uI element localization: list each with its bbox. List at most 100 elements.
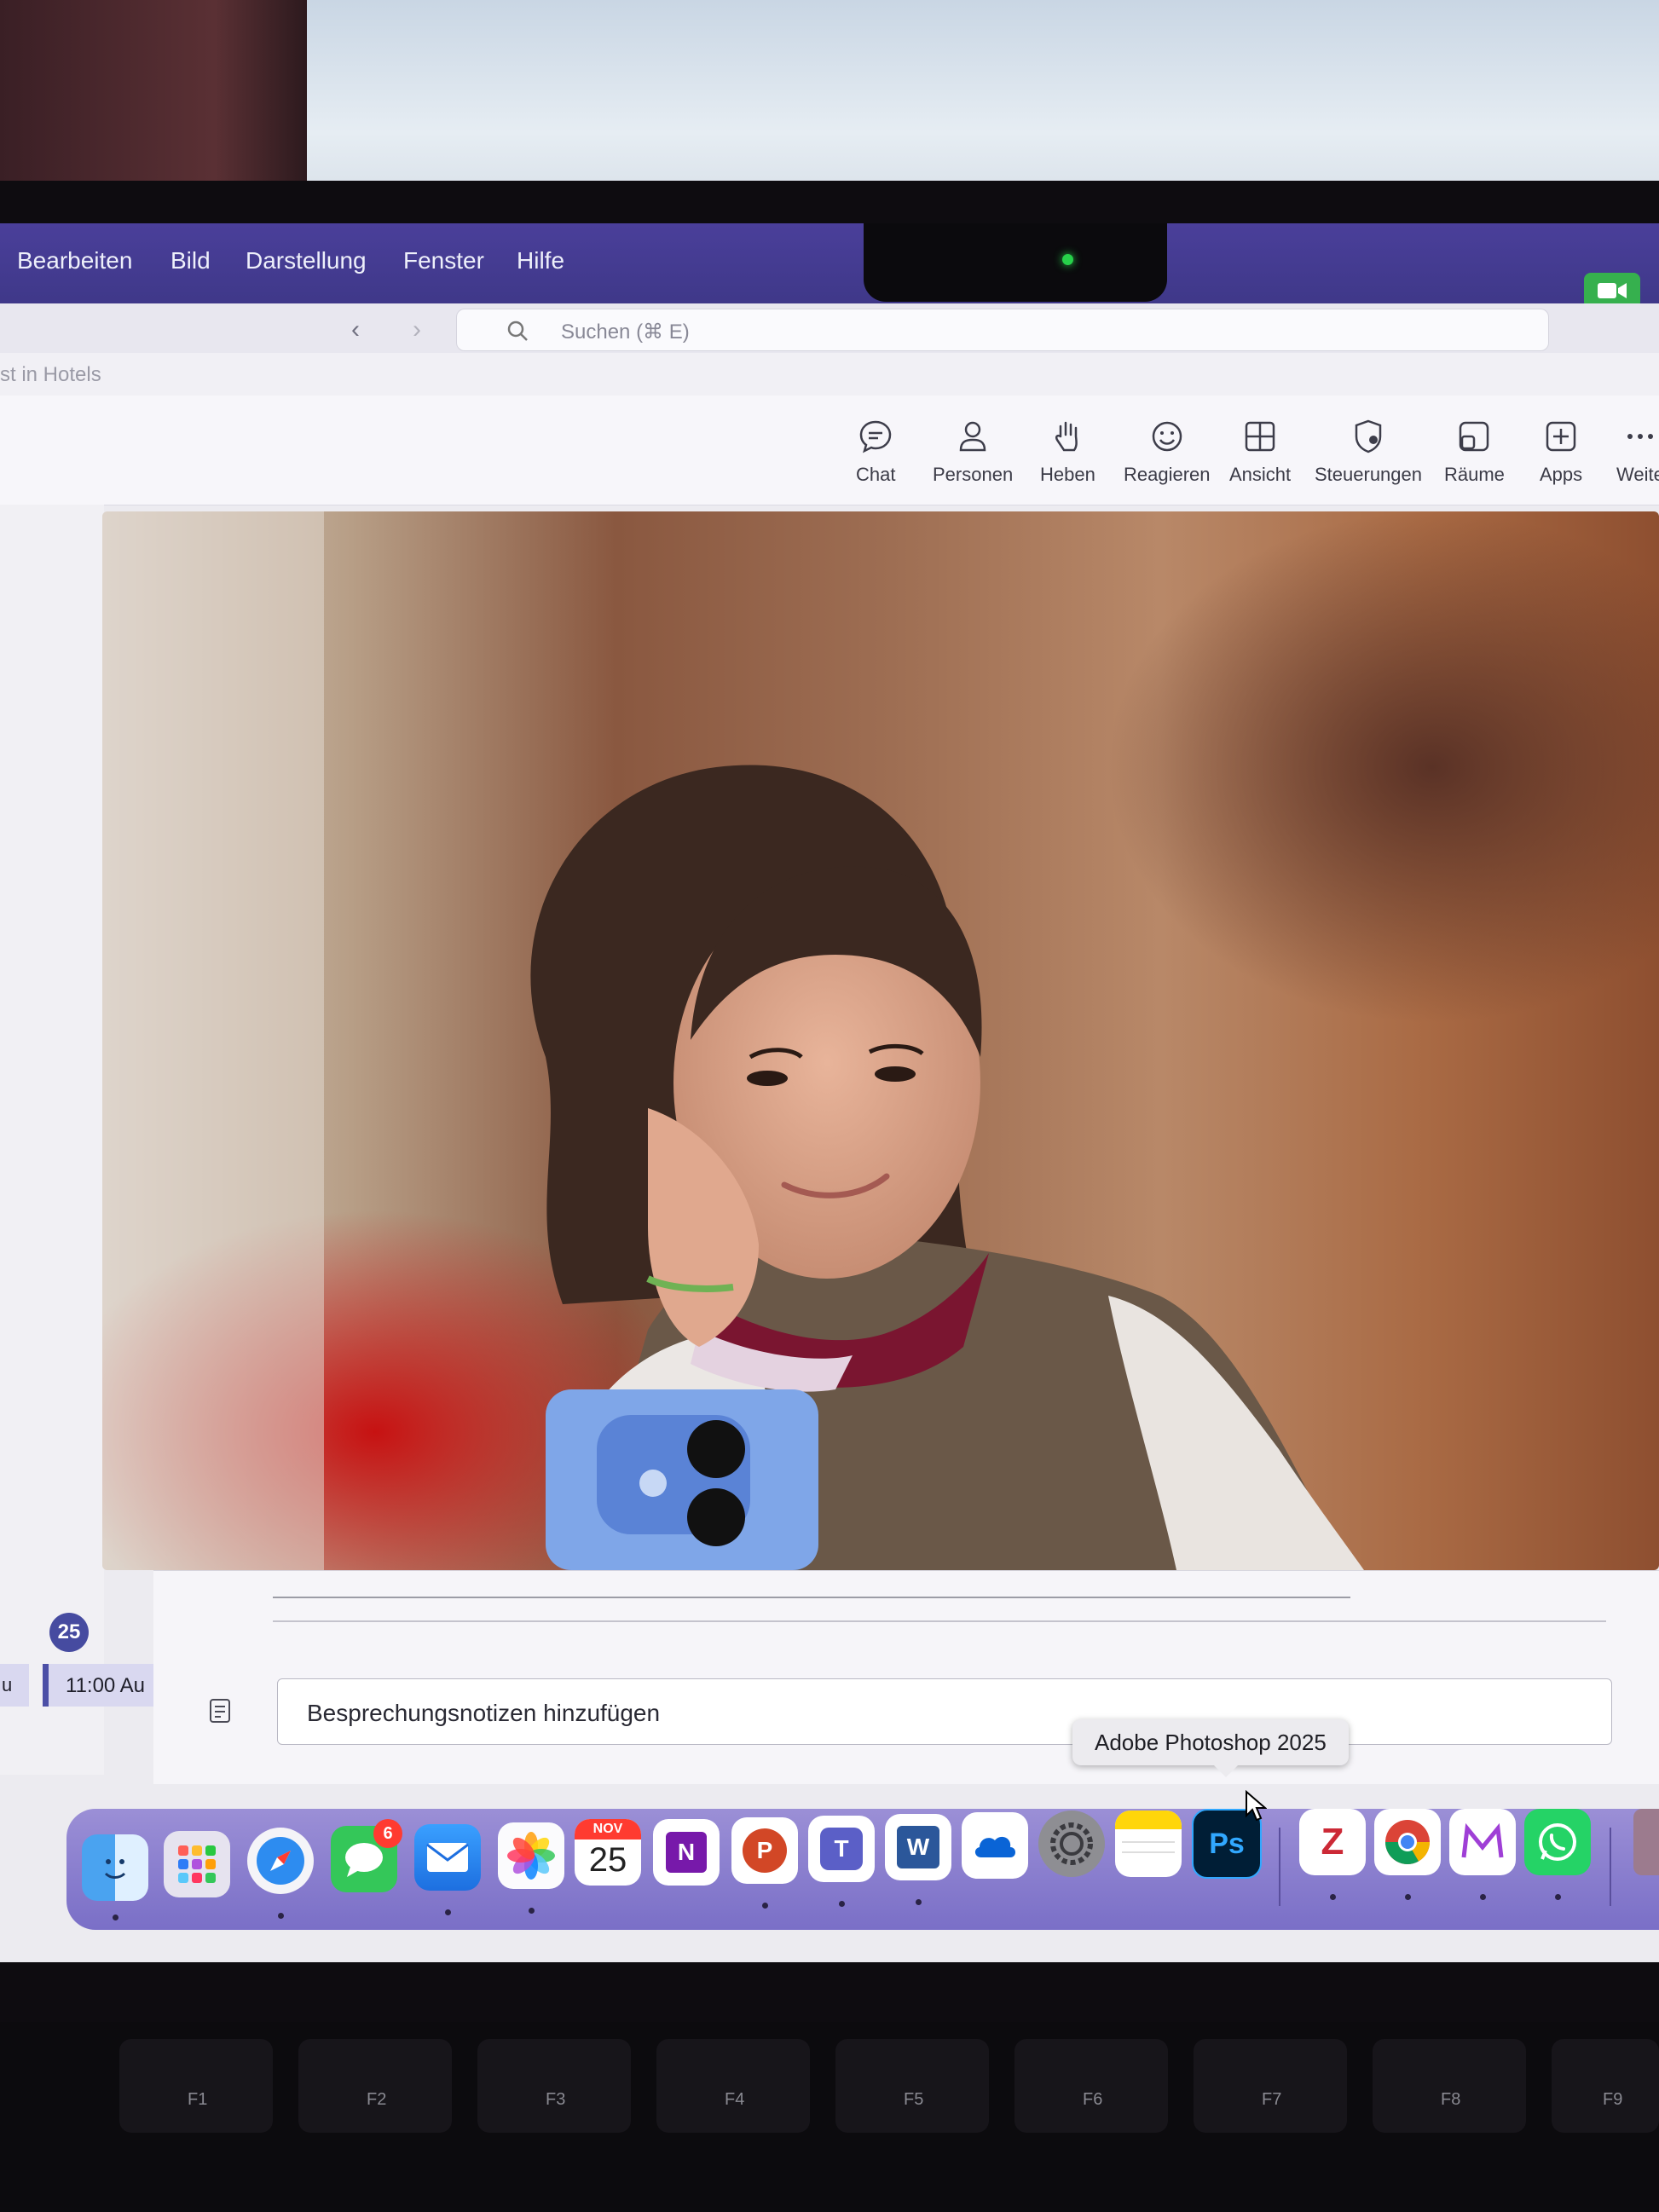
calendar-event-time: 11:00 Au [66,1674,145,1697]
key-f7[interactable]: F7 [1194,2039,1347,2133]
toolbar-heben[interactable]: Heben [1040,418,1095,486]
meeting-notes-input[interactable]: Besprechungsnotizen hinzufügen [277,1678,1612,1745]
dock-separator [1610,1828,1611,1906]
key-f5[interactable]: F5 [835,2039,989,2133]
notes-icon [210,1699,230,1723]
photos-icon[interactable] [498,1822,564,1889]
forward-arrow-icon[interactable]: › [413,315,421,344]
participant-portrait [102,511,1364,1570]
meeting-notes-placeholder: Besprechungsnotizen hinzufügen [307,1700,661,1726]
messages-icon[interactable]: 6 [331,1819,402,1892]
react-icon [1152,421,1182,452]
toolbar-reagieren[interactable]: Reagieren [1124,418,1211,486]
background-window-frame [0,0,307,196]
dock-tooltip: Adobe Photoshop 2025 [1072,1719,1349,1777]
mendeley-icon[interactable] [1449,1809,1516,1875]
calendar-sidebar [0,505,104,1775]
onenote-icon[interactable]: N [653,1819,720,1886]
messages-badge: 6 [373,1819,402,1848]
toolbar-chat-label: Chat [856,464,896,485]
teams-icon[interactable]: T [808,1816,875,1882]
dock-running-indicator [529,1908,535,1914]
launchpad-icon[interactable] [164,1831,230,1897]
toolbar-apps-label: Apps [1540,464,1583,485]
search-icon [507,321,528,341]
finder-icon[interactable] [82,1834,148,1901]
rooms-icon [1460,421,1489,452]
menu-bild[interactable]: Bild [171,247,211,274]
dock-running-indicator [839,1901,845,1907]
notes-app-icon[interactable] [1115,1811,1182,1877]
toolbar-ansicht-label: Ansicht [1229,464,1292,485]
toolbar-ansicht[interactable]: Ansicht [1229,418,1291,486]
whatsapp-icon[interactable] [1524,1809,1591,1875]
search-placeholder: Suchen (⌘ E) [561,321,690,344]
toolbar-reagieren-label: Reagieren [1124,464,1211,485]
view-icon [1245,421,1275,452]
calendar-event[interactable]: 11:00 Au [43,1664,159,1707]
notes-divider [273,1620,1606,1622]
key-f9[interactable]: F9 [1552,2039,1659,2133]
key-f3-label: F3 [546,2090,566,2109]
chat-icon [859,420,892,453]
calendar-date-badge[interactable]: 25 [49,1613,89,1652]
dock-running-indicator [916,1899,922,1905]
mail-icon[interactable] [414,1824,481,1891]
dock-running-indicator [445,1909,451,1915]
meeting-toolbar: Chat Personen Heben Reagieren Ansicht St… [0,396,1659,505]
key-f6-label: F6 [1083,2090,1103,2109]
dock-running-indicator [1330,1894,1336,1900]
toolbar-apps[interactable]: Apps [1540,418,1582,486]
key-f1-label: F1 [188,2090,208,2109]
meeting-notes-panel: Besprechungsnotizen hinzufügen [153,1570,1659,1784]
apps-icon [1546,421,1576,452]
key-f8-label: F8 [1441,2090,1461,2109]
key-f1[interactable]: F1 [119,2039,273,2133]
toolbar-raeume[interactable]: Räume [1444,418,1505,486]
search-input[interactable]: Suchen (⌘ E) [456,309,1549,351]
toolbar-steuerungen[interactable]: Steuerungen [1315,418,1422,486]
toolbar-chat[interactable]: Chat [856,418,895,486]
chrome-icon[interactable] [1374,1809,1441,1875]
dock-running-indicator [1480,1894,1486,1900]
menu-fenster[interactable]: Fenster [403,247,484,274]
powerpoint-icon[interactable]: P [731,1817,798,1884]
key-f6[interactable]: F6 [1014,2039,1168,2133]
menu-bearbeiten[interactable]: Bearbeiten [17,247,132,274]
participant-video [102,511,1659,1570]
controls-icon [1355,419,1382,453]
document-thumbnail-icon[interactable] [1633,1809,1659,1875]
toolbar-heben-label: Heben [1040,464,1095,485]
dock-running-indicator [1405,1894,1411,1900]
key-f4[interactable]: F4 [656,2039,810,2133]
safari-icon[interactable] [247,1828,314,1894]
key-f8[interactable]: F8 [1373,2039,1526,2133]
back-arrow-icon[interactable]: ‹ [351,315,360,344]
zotero-icon[interactable]: Z [1299,1809,1366,1875]
meeting-title: st in Hotels [0,363,101,386]
key-f2[interactable]: F2 [298,2039,452,2133]
system-settings-icon[interactable] [1038,1811,1105,1877]
laptop-keyboard: F1 F2 F3 F4 F5 F6 F7 F8 F9 [0,2022,1659,2212]
camera-indicator [1062,254,1073,265]
dock-running-indicator [762,1903,768,1909]
key-f2-label: F2 [367,2090,387,2109]
dock-separator [1279,1828,1280,1906]
calendar-icon-day: 25 [588,1841,627,1879]
toolbar-personen[interactable]: Personen [933,418,1013,486]
toolbar-more[interactable]: Weite [1616,418,1659,486]
key-f3[interactable]: F3 [477,2039,631,2133]
menu-darstellung[interactable]: Darstellung [246,247,367,274]
calendar-icon[interactable]: NOV 25 [575,1819,641,1886]
key-f7-label: F7 [1262,2090,1282,2109]
onedrive-icon[interactable] [962,1812,1028,1879]
toolbar-more-label: Weite [1616,464,1659,485]
calendar-icon-month: NOV [575,1819,641,1839]
word-icon[interactable]: W [885,1814,951,1880]
calendar-event-left[interactable]: u [0,1664,29,1707]
dock-running-indicator [113,1915,118,1920]
toolbar-steuerungen-label: Steuerungen [1315,464,1422,485]
calendar-event-left-label: u [2,1674,13,1695]
raise-hand-icon [1055,421,1078,452]
menu-hilfe[interactable]: Hilfe [517,247,564,274]
